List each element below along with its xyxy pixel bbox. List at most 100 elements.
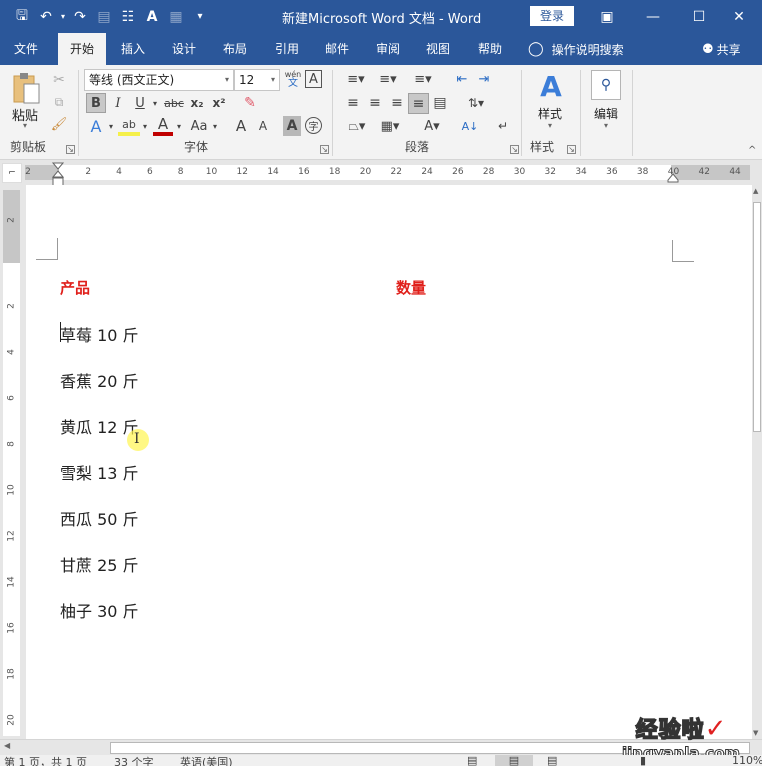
numbering-icon[interactable]: ≡▾	[375, 69, 401, 89]
clipboard-launcher-icon[interactable]: ↘	[66, 145, 75, 154]
editing-label[interactable]: 编辑	[594, 105, 618, 122]
login-button[interactable]: 登录	[530, 6, 574, 26]
shading-icon[interactable]: ⏢▾	[343, 116, 371, 136]
undo-dropdown-icon[interactable]: ▾	[58, 5, 68, 29]
italic-button[interactable]: I	[108, 93, 128, 113]
vertical-scroll-thumb[interactable]	[753, 202, 761, 432]
grow-font-button[interactable]: A	[231, 116, 251, 136]
close-button[interactable]: ✕	[716, 0, 762, 33]
share-button[interactable]: ⚉ 共享	[702, 33, 741, 65]
list-item[interactable]: 雪梨 13 斤	[60, 460, 139, 484]
scroll-down-icon[interactable]: ▼	[753, 729, 758, 737]
align-left-icon[interactable]: ≡	[343, 93, 363, 113]
copy-icon[interactable]: ⧉	[50, 93, 68, 111]
underline-button[interactable]: U	[130, 93, 150, 113]
change-case-dropdown-icon[interactable]: ▾	[210, 116, 220, 136]
increase-indent-icon[interactable]: ⇥	[474, 69, 494, 89]
zoom-slider-thumb[interactable]: ▮	[640, 755, 646, 766]
font-launcher-icon[interactable]: ↘	[320, 145, 329, 154]
save-icon[interactable]: 🖫	[10, 5, 34, 29]
find-icon[interactable]: ⚲	[591, 70, 621, 100]
shrink-font-button[interactable]: A	[253, 116, 273, 136]
list-item[interactable]: 柚子 30 斤	[60, 598, 139, 622]
tab-help[interactable]: 帮助	[469, 33, 511, 65]
strikethrough-button[interactable]: abc	[163, 93, 185, 113]
underline-dropdown-icon[interactable]: ▾	[150, 93, 160, 113]
font-size-combo[interactable]: 12 ▾	[234, 69, 280, 91]
font-color-icon[interactable]: A	[153, 115, 173, 136]
bullets-icon[interactable]: ≡▾	[343, 69, 369, 89]
print-layout-icon[interactable]: ▤	[495, 755, 533, 766]
decrease-indent-icon[interactable]: ⇤	[452, 69, 472, 89]
zoom-level[interactable]: 110%	[732, 755, 762, 766]
tab-review[interactable]: 审阅	[367, 33, 409, 65]
header-quantity[interactable]: 数量	[396, 277, 426, 298]
tell-me-search[interactable]: ◯ 操作说明搜索	[528, 33, 624, 65]
form-icon[interactable]: ☷	[116, 5, 140, 29]
styles-icon[interactable]: A	[536, 70, 566, 103]
web-layout-icon[interactable]: ▤	[547, 755, 557, 766]
list-item[interactable]: 香蕉 20 斤	[60, 368, 139, 392]
customize-qat-icon[interactable]: ▾	[188, 5, 212, 29]
tab-file[interactable]: 文件	[4, 33, 48, 65]
character-shading-button[interactable]: A	[283, 116, 301, 136]
highlight-dropdown-icon[interactable]: ▾	[140, 116, 150, 136]
tab-layout[interactable]: 布局	[214, 33, 256, 65]
list-item[interactable]: 甘蔗 25 斤	[60, 552, 139, 576]
styles-dropdown-icon[interactable]: ▾	[548, 121, 552, 130]
paste-dropdown-icon[interactable]: ▾	[23, 121, 27, 130]
editing-dropdown-icon[interactable]: ▾	[604, 121, 608, 130]
list-item[interactable]: 西瓜 50 斤	[60, 506, 139, 530]
tab-references[interactable]: 引用	[266, 33, 308, 65]
justify-icon[interactable]: ≡	[408, 93, 429, 114]
align-right-icon[interactable]: ≡	[387, 93, 407, 113]
language[interactable]: 英语(美国)	[180, 755, 233, 766]
clear-formatting-icon[interactable]: ✎	[240, 93, 260, 113]
header-product[interactable]: 产品	[60, 277, 90, 298]
ribbon-display-options-icon[interactable]: ▣	[584, 0, 630, 33]
paste-icon[interactable]	[12, 71, 42, 105]
show-marks-icon[interactable]: ↵	[493, 116, 513, 136]
font-color-dropdown-icon[interactable]: ▾	[174, 116, 184, 136]
text-effects-dropdown-icon[interactable]: ▾	[106, 116, 116, 136]
word-count[interactable]: 33 个字	[114, 755, 154, 766]
tab-insert[interactable]: 插入	[112, 33, 154, 65]
character-border-icon[interactable]: A	[305, 70, 322, 88]
tab-design[interactable]: 设计	[163, 33, 205, 65]
font-name-combo[interactable]: 等线 (西文正文) ▾	[84, 69, 234, 91]
scroll-left-icon[interactable]: ◀	[4, 741, 10, 750]
line-spacing-icon[interactable]: ⇅▾	[462, 93, 490, 113]
read-mode-icon[interactable]: ▤	[467, 755, 477, 766]
scroll-up-icon[interactable]: ▲	[753, 187, 758, 195]
enclose-characters-button[interactable]: 字	[305, 117, 322, 134]
text-effects-icon[interactable]: A	[86, 116, 106, 136]
format-painter-icon[interactable]: 🖌	[50, 115, 68, 133]
horizontal-ruler[interactable]: 2 2 4 6 8 10 12 14 16 18 20 22 24 26 28 30 32 34 36 38 40 42 4…	[25, 165, 750, 180]
multilevel-list-icon[interactable]: ≡▾	[408, 69, 438, 89]
collapse-ribbon-icon[interactable]: ^	[748, 145, 756, 156]
align-center-icon[interactable]: ≡	[365, 93, 385, 113]
redo-icon[interactable]: ↷	[68, 5, 92, 29]
tab-selector[interactable]: ⌐	[2, 163, 22, 183]
tab-home[interactable]: 开始	[58, 33, 106, 65]
superscript-button[interactable]: x²	[209, 93, 229, 113]
asian-layout-icon[interactable]: A▾	[418, 116, 446, 136]
sort-icon[interactable]: A↓	[460, 116, 480, 136]
vertical-ruler[interactable]: 2 2 4 6 8 10 12 14 16 18 20	[3, 190, 20, 736]
bold-button[interactable]: B	[86, 93, 106, 113]
distributed-icon[interactable]: ▤	[430, 93, 450, 113]
styles-label[interactable]: 样式	[538, 105, 562, 122]
styles-launcher-icon[interactable]: ↘	[567, 145, 576, 154]
cut-icon[interactable]: ✂	[50, 71, 68, 89]
list-item[interactable]: 草莓 10 斤	[60, 322, 139, 346]
right-indent-marker[interactable]	[667, 172, 679, 183]
list-item[interactable]: 黄瓜 12 斤	[60, 414, 139, 438]
change-case-button[interactable]: Aa	[187, 116, 211, 136]
tab-view[interactable]: 视图	[417, 33, 459, 65]
subscript-button[interactable]: x₂	[187, 93, 207, 113]
paragraph-launcher-icon[interactable]: ↘	[510, 145, 519, 154]
page-count[interactable]: 第 1 页，共 1 页	[4, 755, 87, 766]
highlight-icon[interactable]: ab	[118, 116, 140, 136]
spelling-icon[interactable]: A	[140, 5, 164, 29]
tab-mailings[interactable]: 邮件	[316, 33, 358, 65]
